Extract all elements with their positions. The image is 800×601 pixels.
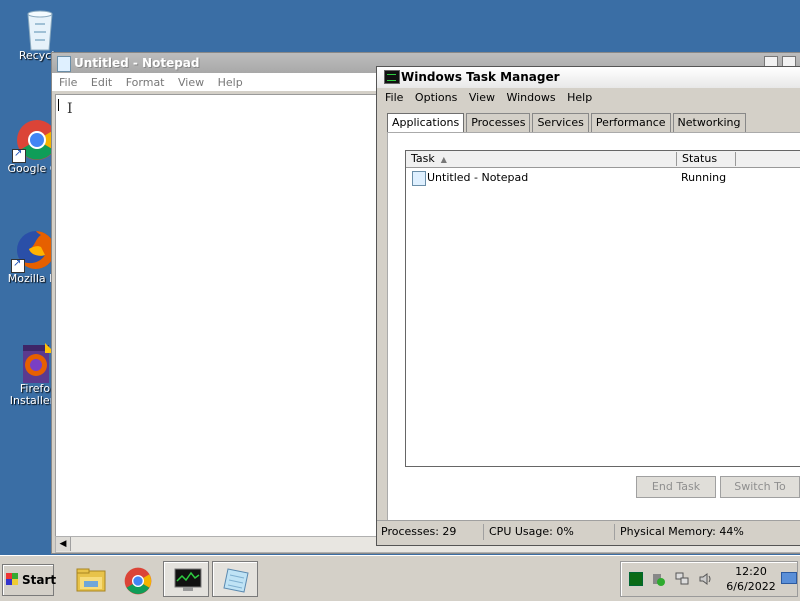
switch-to-button[interactable]: Switch To (720, 476, 800, 498)
task-manager-window[interactable]: Windows Task Manager File Options View W… (376, 66, 800, 546)
file-explorer-icon (76, 567, 106, 592)
start-button[interactable]: Start (2, 564, 57, 596)
notepad-menu-help[interactable]: Help (213, 73, 248, 89)
notepad-menu-edit[interactable]: Edit (86, 73, 117, 89)
task-manager-icon (384, 70, 400, 84)
tab-applications[interactable]: Applications (387, 113, 465, 132)
task-manager-icon (173, 567, 202, 591)
end-task-button[interactable]: End Task (636, 476, 716, 498)
tm-menu-windows[interactable]: Windows (503, 88, 560, 104)
task-manager-statusbar: Processes: 29 CPU Usage: 0% Physical Mem… (377, 520, 800, 543)
notepad-icon (57, 56, 71, 72)
scroll-left-icon[interactable]: ◀ (56, 537, 71, 551)
recycle-bin-icon (20, 6, 60, 51)
column-header-task[interactable]: Task ▲ (406, 152, 677, 166)
notepad-icon (412, 171, 426, 186)
taskbar-task-manager[interactable] (163, 561, 209, 597)
tm-menu-view[interactable]: View (466, 88, 500, 104)
show-desktop-icon[interactable] (781, 572, 797, 584)
applications-list[interactable]: Task ▲ Status Untitled - Notepad Running (405, 150, 800, 467)
clock-time: 12:20 (735, 565, 767, 578)
taskbar: Start 12:20 6/6/2022 (0, 555, 800, 601)
notepad-title: Untitled - Notepad (74, 56, 200, 70)
row-task-status: Running (681, 171, 727, 184)
tab-performance[interactable]: Performance (590, 113, 671, 132)
tab-processes[interactable]: Processes (466, 113, 531, 132)
notepad-icon (222, 567, 249, 593)
table-row[interactable]: Untitled - Notepad Running (406, 168, 800, 186)
text-caret (58, 99, 59, 111)
shortcut-arrow-icon (12, 148, 26, 163)
status-cpu-usage: CPU Usage: 0% (485, 524, 615, 540)
firefox-icon (11, 229, 55, 273)
clock-date: 6/6/2022 (726, 580, 776, 593)
task-manager-menubar: File Options View Windows Help (377, 88, 800, 108)
column-header-status[interactable]: Status (677, 152, 736, 166)
notepad-menu-file[interactable]: File (54, 73, 82, 89)
applications-panel: Task ▲ Status Untitled - Notepad Running (387, 132, 800, 534)
taskbar-notepad[interactable] (212, 561, 258, 597)
notepad-menu-format[interactable]: Format (121, 73, 170, 89)
volume-icon[interactable] (699, 572, 711, 585)
task-manager-tabs: Applications Processes Services Performa… (387, 113, 748, 133)
status-processes: Processes: 29 (377, 524, 484, 540)
network-icon[interactable] (675, 572, 689, 585)
task-manager-tray-icon[interactable] (629, 572, 643, 586)
status-physical-memory: Physical Memory: 44% (620, 525, 744, 538)
security-shield-icon[interactable] (651, 572, 665, 586)
system-clock[interactable]: 12:20 6/6/2022 (721, 564, 781, 594)
notification-area: 12:20 6/6/2022 (620, 561, 798, 597)
start-label: Start (22, 573, 57, 587)
tab-networking[interactable]: Networking (672, 113, 746, 132)
task-manager-titlebar[interactable]: Windows Task Manager (377, 67, 800, 88)
row-task-name: Untitled - Notepad (427, 171, 529, 184)
sort-ascending-icon: ▲ (440, 155, 447, 164)
taskbar-file-explorer[interactable] (66, 561, 112, 597)
shortcut-arrow-icon (11, 258, 25, 273)
tm-menu-help[interactable]: Help (564, 88, 597, 104)
windows-logo-icon (6, 573, 18, 585)
firefox-installer-icon (15, 339, 55, 383)
list-header: Task ▲ Status (406, 151, 800, 168)
taskbar-chrome[interactable] (114, 561, 160, 597)
ibeam-cursor-icon: I (67, 101, 73, 117)
tm-menu-options[interactable]: Options (412, 88, 462, 104)
column-header-task-label: Task (411, 152, 435, 165)
chrome-icon (124, 567, 152, 595)
task-manager-title: Windows Task Manager (401, 70, 560, 84)
tm-menu-file[interactable]: File (382, 88, 408, 104)
notepad-menu-view[interactable]: View (173, 73, 209, 89)
chrome-icon (12, 119, 57, 163)
tab-services[interactable]: Services (532, 113, 589, 132)
